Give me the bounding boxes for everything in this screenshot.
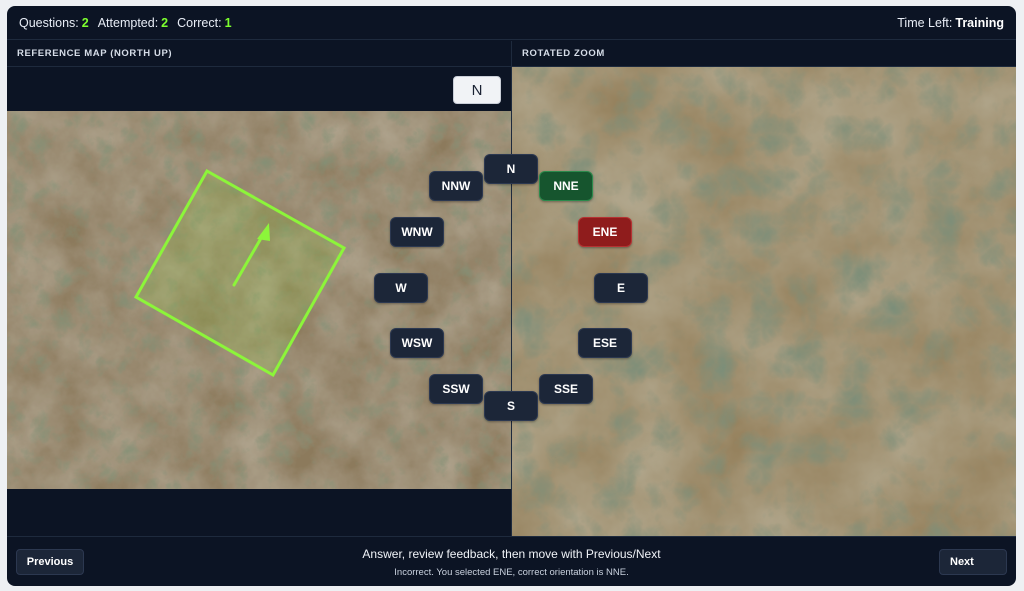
panel-divider xyxy=(511,41,512,536)
compass-button-n[interactable]: N xyxy=(484,154,538,184)
rotated-zoom-map[interactable] xyxy=(512,67,1016,536)
attempted-stat: Attempted: 2 xyxy=(98,16,168,30)
compass-button-ssw[interactable]: SSW xyxy=(429,374,483,404)
attempted-label: Attempted: xyxy=(97,15,159,30)
compass-button-w[interactable]: W xyxy=(374,273,428,303)
compass-button-wnw[interactable]: WNW xyxy=(390,217,444,247)
stats-group: Questions: 2 Attempted: 2 Correct: 1 xyxy=(19,16,232,30)
questions-label: Questions: xyxy=(19,15,79,30)
reference-map[interactable] xyxy=(7,111,511,489)
feedback-text: Incorrect. You selected ENE, correct ori… xyxy=(394,567,629,578)
next-button[interactable]: Next xyxy=(939,549,1007,575)
correct-value: 1 xyxy=(224,15,232,30)
questions-value: 2 xyxy=(81,15,89,30)
top-bar: Questions: 2 Attempted: 2 Correct: 1 Time L… xyxy=(7,6,1016,40)
correct-label: Correct: xyxy=(177,15,222,30)
questions-stat: Questions: 2 xyxy=(19,16,89,30)
compass-button-nnw[interactable]: NNW xyxy=(429,171,483,201)
timer: Time Left: Training xyxy=(897,16,1004,30)
time-left-label: Time Left: xyxy=(897,15,953,30)
compass-button-sse[interactable]: SSE xyxy=(539,374,593,404)
app-window: Questions: 2 Attempted: 2 Correct: 1 Time L… xyxy=(7,6,1016,586)
instructions-text: Answer, review feedback, then move with … xyxy=(362,547,661,561)
rotated-zoom-title: ROTATED ZOOM xyxy=(512,41,1016,67)
compass-button-nne[interactable]: NNE xyxy=(539,171,593,201)
compass-button-wsw[interactable]: WSW xyxy=(390,328,444,358)
rotated-zoom-image xyxy=(512,67,1016,536)
compass-button-ene[interactable]: ENE xyxy=(578,217,632,247)
attempted-value: 2 xyxy=(161,15,169,30)
time-left-value: Training xyxy=(955,15,1004,30)
reference-map-title: REFERENCE MAP (NORTH UP) xyxy=(7,41,511,67)
bottom-bar: Previous Answer, review feedback, then m… xyxy=(7,536,1016,586)
reference-map-image xyxy=(7,111,511,489)
north-indicator: N xyxy=(453,76,501,104)
compass-button-e[interactable]: E xyxy=(594,273,648,303)
correct-stat: Correct: 1 xyxy=(177,16,231,30)
compass-button-s[interactable]: S xyxy=(484,391,538,421)
compass-button-ese[interactable]: ESE xyxy=(578,328,632,358)
